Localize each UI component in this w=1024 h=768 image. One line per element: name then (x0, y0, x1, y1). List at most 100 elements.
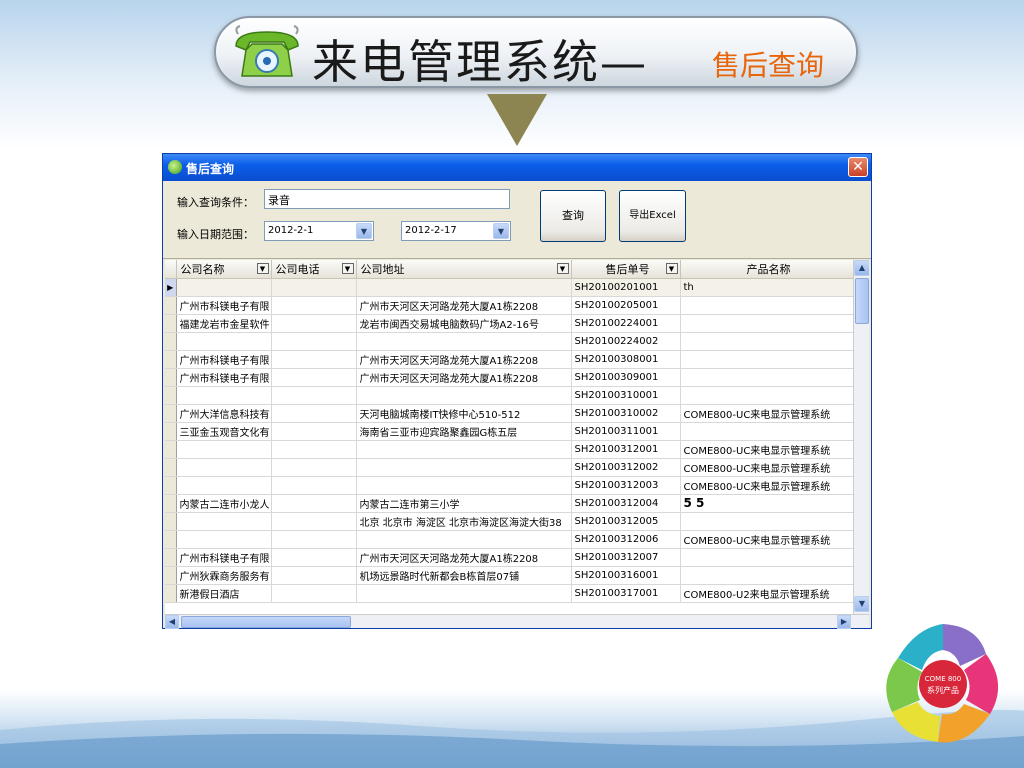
cell-order-number[interactable]: SH20100201001 (571, 278, 681, 297)
row-header[interactable] (165, 494, 177, 513)
cell-company-name[interactable]: 新港假日酒店 (176, 584, 272, 603)
date-from-select[interactable]: 2012-2-1 ▼ (264, 221, 374, 241)
cell-order-number[interactable]: SH20100310001 (571, 386, 681, 405)
cell-order-number[interactable]: SH20100316001 (571, 566, 681, 585)
cell-company-address[interactable]: 龙岩市闽西交易城电脑数码广场A2-16号 (356, 314, 572, 333)
cell-company-address[interactable]: 内蒙古二连市第三小学 (356, 494, 572, 513)
cell-company-phone[interactable] (271, 404, 357, 423)
horizontal-scroll-thumb[interactable] (181, 616, 351, 628)
cell-product-name[interactable]: COME800-UC来电显示管理系统 (680, 458, 854, 477)
cell-company-name[interactable]: 广州市科镁电子有限 (176, 296, 272, 315)
table-row[interactable]: 广州狄霖商务服务有 机场远景路时代新都会B栋首层07铺 SH20100316001 (165, 566, 854, 585)
cell-product-name[interactable]: COME800-UC来电显示管理系统 (680, 530, 854, 549)
cell-order-number[interactable]: SH20100312005 (571, 512, 681, 531)
row-header[interactable] (165, 458, 177, 477)
cell-company-address[interactable]: 广州市天河区天河路龙苑大厦A1栋2208 (356, 296, 572, 315)
chevron-down-icon[interactable]: ▼ (493, 223, 509, 239)
cell-product-name[interactable] (680, 332, 854, 351)
cell-company-name[interactable] (176, 476, 272, 495)
chevron-down-icon[interactable]: ▼ (356, 223, 372, 239)
cell-company-name[interactable] (176, 458, 272, 477)
cell-order-number[interactable]: SH20100312003 (571, 476, 681, 495)
cell-company-name[interactable]: 广州市科镁电子有限 (176, 368, 272, 387)
row-header[interactable] (165, 548, 177, 567)
cell-company-name[interactable] (176, 512, 272, 531)
cell-company-name[interactable]: 广州市科镁电子有限 (176, 350, 272, 369)
chevron-right-icon[interactable]: ▶ (837, 615, 851, 629)
horizontal-scrollbar[interactable]: ◀ ▶ (165, 614, 869, 629)
row-header[interactable] (165, 296, 177, 315)
cell-product-name[interactable] (680, 512, 854, 531)
cell-company-address[interactable]: 天河电脑城南楼IT快修中心510-512 (356, 404, 572, 423)
cell-company-address[interactable] (356, 584, 572, 603)
cell-company-name[interactable] (176, 386, 272, 405)
date-to-select[interactable]: 2012-2-17 ▼ (401, 221, 511, 241)
cell-company-phone[interactable] (271, 494, 357, 513)
cell-order-number[interactable]: SH20100308001 (571, 350, 681, 369)
table-row[interactable]: 广州市科镁电子有限 广州市天河区天河路龙苑大厦A1栋2208 SH201002050… (165, 296, 854, 315)
table-row[interactable]: SH20100312002 COME800-UC来电显示管理系统 (165, 458, 854, 477)
cell-order-number[interactable]: SH20100309001 (571, 368, 681, 387)
filter-dropdown-icon[interactable]: ▼ (665, 263, 678, 274)
cell-product-name[interactable]: COME800-UC来电显示管理系统 (680, 404, 854, 423)
cell-order-number[interactable]: SH20100224002 (571, 332, 681, 351)
cell-product-name[interactable]: th (680, 278, 854, 297)
cell-company-phone[interactable] (271, 458, 357, 477)
cell-company-address[interactable]: 广州市天河区天河路龙苑大厦A1栋2208 (356, 368, 572, 387)
cell-company-phone[interactable] (271, 530, 357, 549)
table-row[interactable]: 三亚金玉观音文化有 海南省三亚市迎宾路聚鑫园G栋五层 SH20100311001 (165, 422, 854, 441)
row-header[interactable] (165, 404, 177, 423)
cell-company-address[interactable] (356, 530, 572, 549)
cell-product-name[interactable]: COME800-UC来电显示管理系统 (680, 476, 854, 495)
row-header[interactable] (165, 440, 177, 459)
row-header[interactable] (165, 314, 177, 333)
cell-product-name[interactable] (680, 314, 854, 333)
cell-product-name[interactable] (680, 548, 854, 567)
window-titlebar[interactable]: 售后查询 ✕ (163, 154, 871, 181)
cell-product-name[interactable] (680, 386, 854, 405)
cell-company-name[interactable] (176, 440, 272, 459)
cell-company-phone[interactable] (271, 350, 357, 369)
cell-company-phone[interactable] (271, 332, 357, 351)
cell-company-name[interactable]: 内蒙古二连市小龙人 (176, 494, 272, 513)
cell-order-number[interactable]: SH20100205001 (571, 296, 681, 315)
cell-order-number[interactable]: SH20100311001 (571, 422, 681, 441)
vertical-scrollbar[interactable]: ▲ ▼ (853, 260, 869, 614)
cell-product-name[interactable] (680, 368, 854, 387)
chevron-up-icon[interactable]: ▲ (854, 260, 869, 276)
column-header-company-name[interactable]: 公司名称 ▼ (176, 260, 272, 279)
table-row[interactable]: SH20100312003 COME800-UC来电显示管理系统 (165, 476, 854, 495)
cell-product-name[interactable]: 5 5 (680, 494, 854, 513)
cell-product-name[interactable] (680, 422, 854, 441)
search-button[interactable]: 查询 (540, 190, 606, 242)
cell-company-phone[interactable] (271, 278, 357, 297)
cell-company-phone[interactable] (271, 386, 357, 405)
filter-dropdown-icon[interactable]: ▼ (341, 263, 354, 274)
table-row[interactable]: SH20100312006 COME800-UC来电显示管理系统 (165, 530, 854, 549)
cell-order-number[interactable]: SH20100312007 (571, 548, 681, 567)
row-header[interactable] (165, 332, 177, 351)
cell-company-address[interactable]: 广州市天河区天河路龙苑大厦A1栋2208 (356, 350, 572, 369)
cell-company-name[interactable]: 广州大洋信息科技有 (176, 404, 272, 423)
cell-order-number[interactable]: SH20100312006 (571, 530, 681, 549)
cell-company-address[interactable]: 机场远景路时代新都会B栋首层07铺 (356, 566, 572, 585)
cell-company-phone[interactable] (271, 566, 357, 585)
cell-order-number[interactable]: SH20100310002 (571, 404, 681, 423)
row-header[interactable] (165, 422, 177, 441)
row-pointer-icon[interactable]: ▶ (165, 278, 177, 297)
row-header[interactable] (165, 476, 177, 495)
cell-company-name[interactable] (176, 332, 272, 351)
column-header-order-number[interactable]: 售后单号 ▼ (571, 260, 681, 279)
cell-company-address[interactable]: 海南省三亚市迎宾路聚鑫园G栋五层 (356, 422, 572, 441)
query-input[interactable]: 录音 (264, 189, 510, 209)
cell-product-name[interactable]: COME800-UC来电显示管理系统 (680, 440, 854, 459)
cell-company-address[interactable] (356, 476, 572, 495)
cell-company-address[interactable]: 北京 北京市 海淀区 北京市海淀区海淀大街38 (356, 512, 572, 531)
table-row[interactable]: SH20100312001 COME800-UC来电显示管理系统 (165, 440, 854, 459)
cell-company-phone[interactable] (271, 440, 357, 459)
cell-company-address[interactable] (356, 386, 572, 405)
cell-company-name[interactable] (176, 530, 272, 549)
cell-company-phone[interactable] (271, 314, 357, 333)
cell-company-name[interactable]: 三亚金玉观音文化有 (176, 422, 272, 441)
column-header-company-phone[interactable]: 公司电话 ▼ (271, 260, 357, 279)
